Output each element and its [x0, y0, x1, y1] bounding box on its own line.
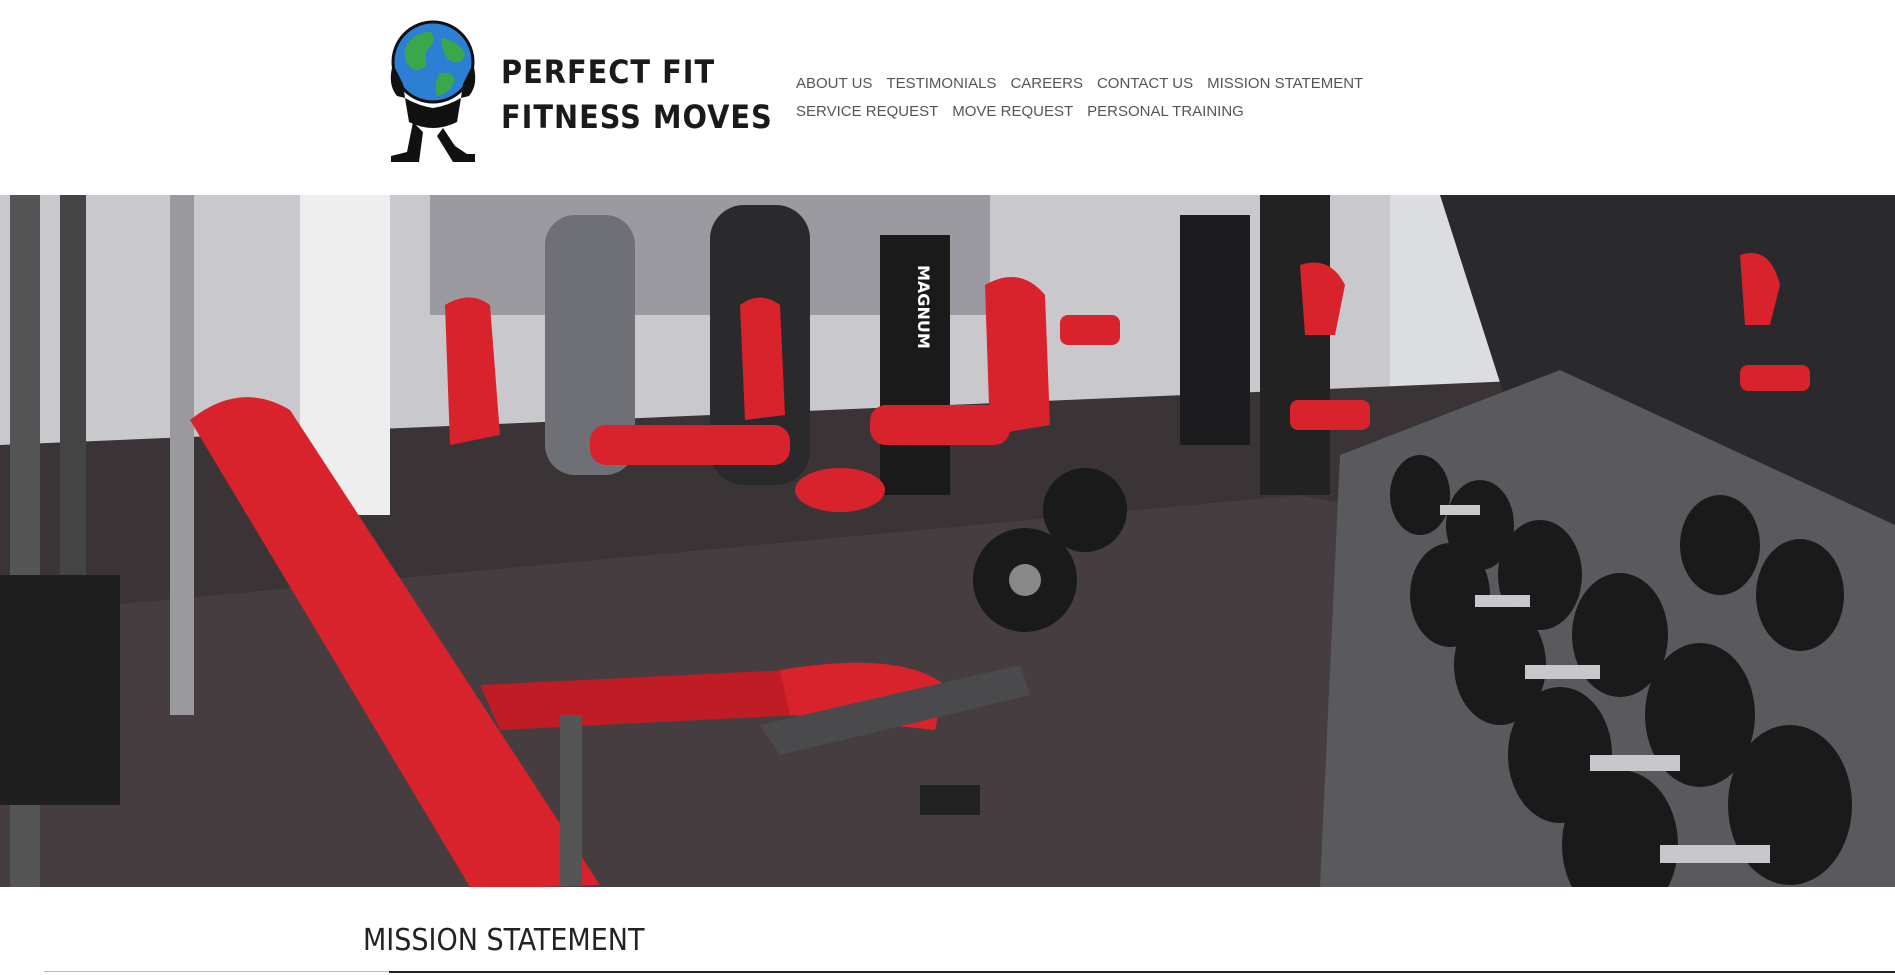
- nav-item-careers[interactable]: CAREERS: [1010, 70, 1083, 98]
- nav-item-move-request[interactable]: MOVE REQUEST: [952, 98, 1073, 126]
- heading-divider-right: [389, 971, 1895, 973]
- site-header: PERFECT FIT FITNESS MOVES ABOUT US TESTI…: [0, 0, 1895, 195]
- main-nav: ABOUT US TESTIMONIALS CAREERS CONTACT US…: [796, 70, 1456, 126]
- site-title[interactable]: PERFECT FIT FITNESS MOVES: [501, 50, 791, 140]
- page-title: MISSION STATEMENT: [363, 923, 645, 958]
- nav-item-contact-us[interactable]: CONTACT US: [1097, 70, 1193, 98]
- nav-item-about-us[interactable]: ABOUT US: [796, 70, 872, 98]
- main-content: MISSION STATEMENT: [0, 887, 1895, 975]
- nav-item-service-request[interactable]: SERVICE REQUEST: [796, 98, 938, 126]
- nav-item-testimonials[interactable]: TESTIMONIALS: [886, 70, 996, 98]
- nav-item-mission-statement[interactable]: MISSION STATEMENT: [1207, 70, 1363, 98]
- hero-gym-image: MAGNUM: [0, 195, 1895, 887]
- globe-carrier-logo[interactable]: [383, 18, 483, 166]
- magnum-machine-label: MAGNUM: [914, 265, 933, 349]
- heading-divider-left: [44, 971, 389, 972]
- nav-item-personal-training[interactable]: PERSONAL TRAINING: [1087, 98, 1244, 126]
